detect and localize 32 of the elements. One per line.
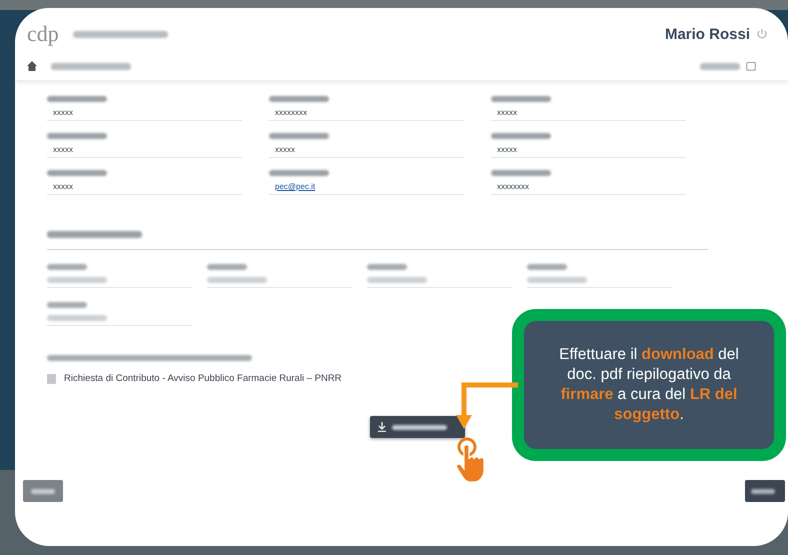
download-button[interactable] <box>370 416 465 438</box>
document-icon <box>47 374 56 384</box>
field-value: xxxxx <box>52 108 74 117</box>
next-button[interactable] <box>745 480 785 502</box>
blurred-label <box>491 96 551 102</box>
field-value: xxxxx <box>52 145 74 154</box>
callout-text: Effettuare il download del doc. pdf riepilogativo da firmare a cura del LR del soggetto. <box>558 345 740 425</box>
blurred-label <box>269 96 329 102</box>
field-value: xxxxx <box>496 145 518 154</box>
blurred-link[interactable] <box>700 62 740 70</box>
blurred-label <box>47 96 107 102</box>
back-button[interactable] <box>23 480 63 502</box>
logo: cdp <box>27 21 59 47</box>
blurred-label <box>47 133 107 139</box>
user-name: Mario Rossi <box>664 26 750 42</box>
blurred-label <box>269 133 329 139</box>
field-value: xxxxx <box>496 108 518 117</box>
blurred-label <box>491 170 551 176</box>
download-icon <box>378 422 386 432</box>
blurred-breadcrumb[interactable] <box>51 62 131 70</box>
power-icon[interactable] <box>756 28 768 40</box>
blurred-label <box>269 170 329 176</box>
field-value: xxxxxxxx <box>496 182 530 191</box>
email-link[interactable]: pec@pec.it <box>269 182 464 191</box>
field-value: xxxxxxxx <box>274 108 308 117</box>
document-title[interactable]: Richiesta di Contributo - Avviso Pubblico Farmacie Rurali – PNRR <box>64 373 342 384</box>
blurred-label <box>491 133 551 139</box>
field-value: xxxxx <box>274 145 296 154</box>
field-value: xxxxx <box>52 182 74 191</box>
pointer-arrow <box>456 381 518 431</box>
home-icon[interactable] <box>27 61 37 71</box>
blurred-label <box>47 170 107 176</box>
